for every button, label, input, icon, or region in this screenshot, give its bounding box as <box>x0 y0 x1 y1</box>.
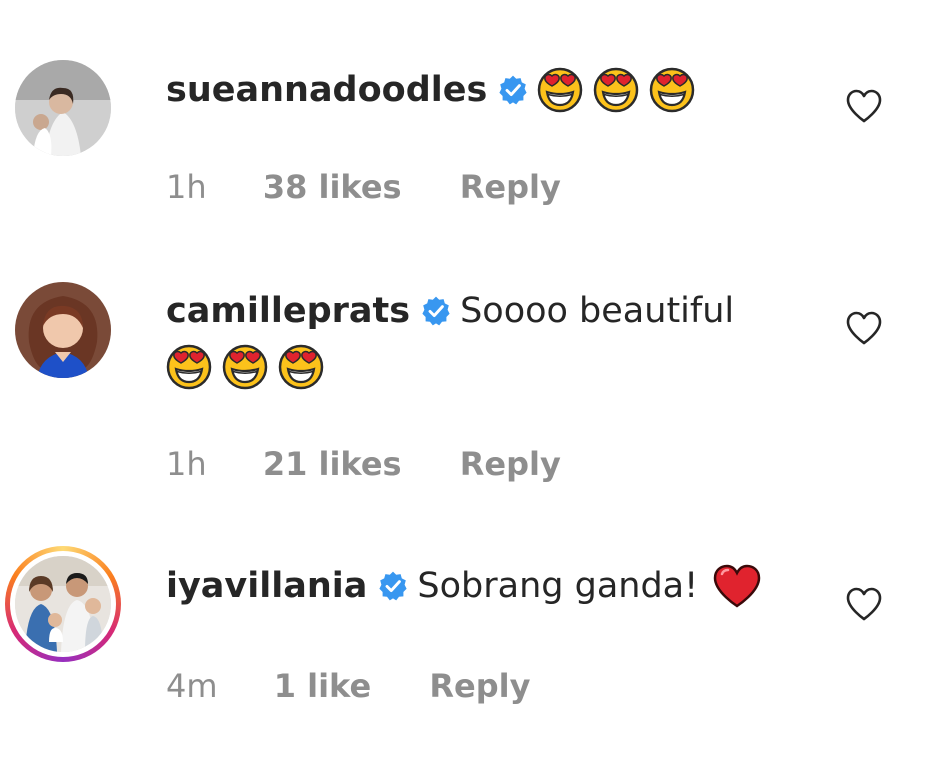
avatar[interactable] <box>15 60 111 156</box>
comment-time: 4m <box>166 667 218 705</box>
username[interactable]: sueannadoodles <box>166 68 487 112</box>
comment-likes[interactable]: 1 like <box>274 667 371 705</box>
verified-badge-icon <box>497 74 529 106</box>
verified-badge-icon <box>420 295 452 327</box>
reply-button[interactable]: Reply <box>460 168 561 206</box>
comment-time: 1h <box>166 445 207 483</box>
heart-eyes-emoji <box>166 344 212 390</box>
comment-likes[interactable]: 38 likes <box>263 168 402 206</box>
verified-badge-icon <box>377 570 409 602</box>
heart-eyes-emoji <box>278 344 324 390</box>
heart-eyes-emoji <box>222 344 268 390</box>
comment-time: 1h <box>166 168 207 206</box>
heart-eyes-emoji <box>593 67 639 113</box>
comment-likes[interactable]: 21 likes <box>263 445 402 483</box>
username[interactable]: camilleprats <box>166 289 410 333</box>
heart-outline-icon[interactable] <box>845 88 883 124</box>
heart-outline-icon[interactable] <box>845 310 883 346</box>
comment-line: camilleprats Soooo beautiful <box>166 289 734 333</box>
heart-eyes-emoji <box>537 67 583 113</box>
comment-line: iyavillania Sobrang ganda! <box>166 564 762 608</box>
heart-outline-icon[interactable] <box>845 586 883 622</box>
comment-meta: 1h 21 likes Reply <box>166 445 561 483</box>
comment-text: Sobrang ganda! <box>417 566 699 606</box>
comment-meta: 1h 38 likes Reply <box>166 168 561 206</box>
red-heart-emoji <box>712 564 762 608</box>
comment-line: sueannadoodles <box>166 67 705 113</box>
avatar[interactable] <box>15 282 111 378</box>
avatar[interactable] <box>15 556 111 652</box>
username[interactable]: iyavillania <box>166 564 367 608</box>
heart-eyes-emoji <box>649 67 695 113</box>
comment-emoji-line <box>166 344 334 390</box>
comment-meta: 4m 1 like Reply <box>166 667 530 705</box>
comment-text: Soooo beautiful <box>460 291 735 331</box>
reply-button[interactable]: Reply <box>460 445 561 483</box>
reply-button[interactable]: Reply <box>429 667 530 705</box>
